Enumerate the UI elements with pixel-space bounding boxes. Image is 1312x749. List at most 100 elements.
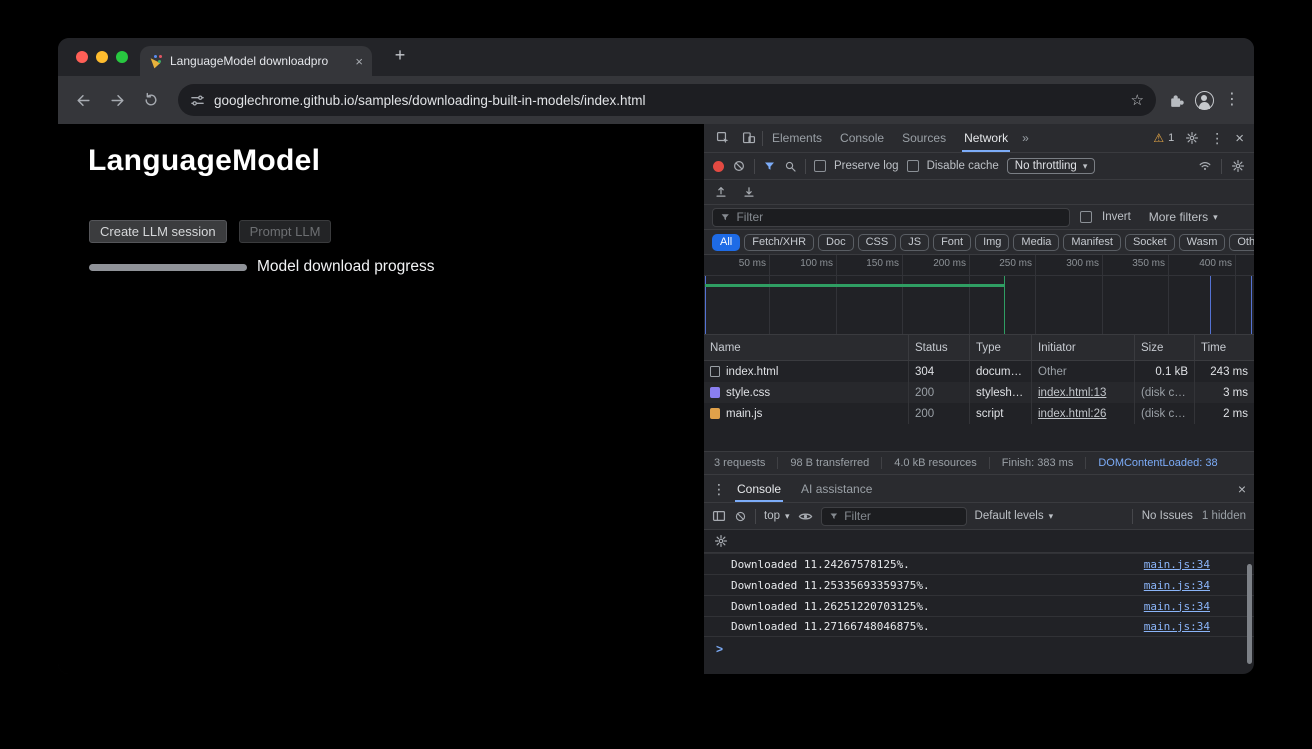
record-network-log-button[interactable] [713,161,724,172]
column-name[interactable]: Name [704,335,909,360]
console-filter-input[interactable] [844,509,958,523]
chip-fetch-xhr[interactable]: Fetch/XHR [744,234,814,251]
column-type[interactable]: Type [970,335,1032,360]
column-size[interactable]: Size [1135,335,1195,360]
initiator-link[interactable]: index.html:26 [1038,408,1106,420]
chip-font[interactable]: Font [933,234,971,251]
site-settings-icon[interactable] [190,93,205,108]
chip-manifest[interactable]: Manifest [1063,234,1121,251]
devtools-menu-icon[interactable]: ⋮ [1210,131,1224,145]
more-filters-dropdown[interactable]: More filters ▾ [1149,210,1218,224]
device-toolbar-button[interactable] [736,124,762,152]
chip-all[interactable]: All [712,234,740,251]
browser-menu-icon[interactable]: ⋮ [1224,92,1240,108]
browser-tab[interactable]: LanguageModel downloadpro × [140,46,372,76]
tab-sources[interactable]: Sources [893,124,955,152]
chip-js[interactable]: JS [900,234,929,251]
tab-elements[interactable]: Elements [763,124,831,152]
console-filter-field[interactable] [821,507,967,526]
search-icon[interactable] [784,160,797,173]
network-toolbar: Preserve log Disable cache No throttling… [704,153,1254,180]
console-source-link[interactable]: main.js:34 [1144,600,1210,613]
browser-toolbar: ☆ ⋮ [58,76,1254,124]
chip-css[interactable]: CSS [858,234,897,251]
chip-socket[interactable]: Socket [1125,234,1175,251]
chip-other[interactable]: Other [1229,234,1254,251]
disable-cache-checkbox[interactable] [907,160,919,172]
network-filter-field[interactable] [712,208,1070,227]
chip-media[interactable]: Media [1013,234,1059,251]
zoom-window-button[interactable] [116,51,128,63]
network-filter-input[interactable] [736,210,1062,224]
network-conditions-icon[interactable] [1198,159,1212,173]
preserve-log-label[interactable]: Preserve log [834,160,899,172]
clear-network-log-icon[interactable] [732,159,746,173]
preserve-log-checkbox[interactable] [814,160,826,172]
new-tab-button[interactable]: + [388,45,412,66]
no-issues-label[interactable]: No Issues [1142,510,1193,522]
omnibox[interactable]: ☆ [178,84,1156,116]
summary-transferred: 98 B transferred [790,457,882,469]
issues-counter[interactable]: ⚠ 1 [1153,131,1174,145]
devtools-close-icon[interactable]: × [1235,131,1244,146]
table-row[interactable]: index.html 304 docum… Other 0.1 kB 243 m… [704,361,1254,382]
devtools-settings-gear-icon[interactable] [1185,131,1199,145]
table-row[interactable]: main.js 200 script index.html:26 (disk c… [704,403,1254,424]
disable-cache-label[interactable]: Disable cache [927,160,999,172]
console-source-link[interactable]: main.js:34 [1144,558,1210,571]
forward-button[interactable] [102,85,132,115]
tab-console[interactable]: Console [831,124,893,152]
console-source-link[interactable]: main.js:34 [1144,620,1210,633]
url-input[interactable] [214,93,1122,108]
initiator-link[interactable]: index.html:13 [1038,387,1106,399]
hidden-messages-label[interactable]: 1 hidden [1202,510,1246,522]
request-status: 200 [909,382,970,403]
drawer-menu-icon[interactable]: ⋮ [712,482,726,496]
throttling-value: No throttling [1015,160,1077,172]
request-size: 0.1 kB [1135,361,1195,382]
back-button[interactable] [68,85,98,115]
column-status[interactable]: Status [909,335,970,360]
column-time[interactable]: Time [1195,335,1254,360]
extensions-icon[interactable] [1168,92,1185,109]
live-expression-eye-icon[interactable] [798,509,813,524]
throttling-select[interactable]: No throttling ▾ [1007,158,1096,174]
console-prompt[interactable]: > [704,637,1254,661]
table-row[interactable]: style.css 200 stylesh… index.html:13 (di… [704,382,1254,403]
filter-toggle-icon[interactable] [763,160,776,173]
javascript-context-select[interactable]: top ▾ [764,510,790,522]
inspect-element-button[interactable] [710,124,736,152]
log-levels-select[interactable]: Default levels ▾ [975,510,1054,522]
tab-network[interactable]: Network [955,124,1017,152]
console-source-link[interactable]: main.js:34 [1144,579,1210,592]
timeline-tick: 400 ms [704,255,1236,335]
invert-label[interactable]: Invert [1102,211,1131,223]
network-settings-gear-icon[interactable] [1231,159,1245,173]
invert-checkbox[interactable] [1080,211,1092,223]
prompt-llm-button[interactable]: Prompt LLM [239,220,332,243]
import-har-icon[interactable] [742,185,756,199]
bookmark-star-icon[interactable]: ☆ [1131,91,1144,109]
reload-button[interactable] [136,85,166,115]
chip-wasm[interactable]: Wasm [1179,234,1226,251]
console-sidebar-icon[interactable] [712,509,726,523]
export-har-icon[interactable] [714,185,728,199]
devtools-scrollbar-thumb[interactable] [1247,564,1252,664]
drawer-tab-console[interactable]: Console [728,475,790,502]
console-settings-gear-icon[interactable] [714,534,728,548]
tab-close-icon[interactable]: × [355,55,363,68]
drawer-close-icon[interactable]: × [1238,482,1246,496]
minimize-window-button[interactable] [96,51,108,63]
create-llm-session-button[interactable]: Create LLM session [89,220,227,243]
close-window-button[interactable] [76,51,88,63]
drawer-tab-ai-assistance[interactable]: AI assistance [792,475,881,502]
chip-doc[interactable]: Doc [818,234,854,251]
more-tabs-icon[interactable]: » [1017,131,1034,145]
column-initiator[interactable]: Initiator [1032,335,1135,360]
clear-console-icon[interactable] [734,510,747,523]
network-overview-timeline[interactable]: 50 ms 100 ms 150 ms 200 ms 250 ms 300 ms… [704,255,1254,335]
devtools-tabbar-right: ⚠ 1 ⋮ × [1153,131,1254,146]
profile-avatar[interactable] [1195,91,1214,110]
chip-img[interactable]: Img [975,234,1009,251]
chevron-down-icon: ▾ [1083,161,1088,172]
